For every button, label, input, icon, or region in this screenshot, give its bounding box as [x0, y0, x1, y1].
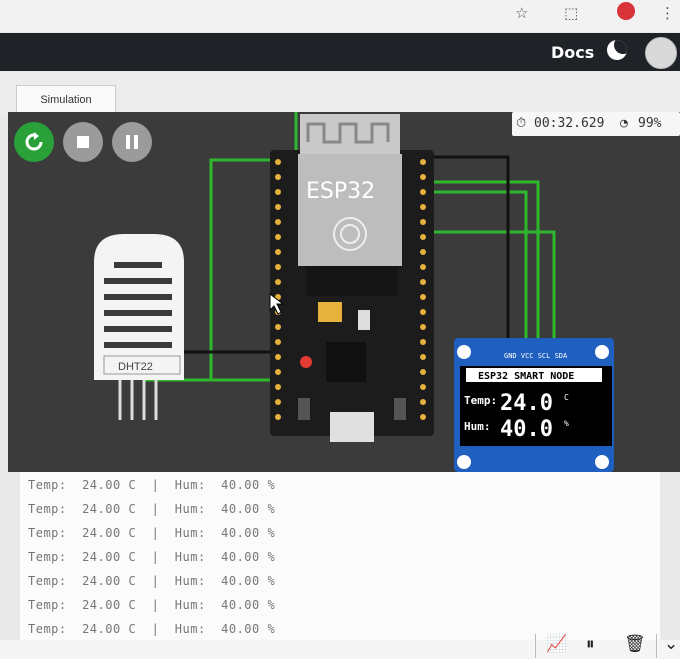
- serial-toolbar: 📈 ⏸ 🗑 ⌄: [0, 634, 680, 659]
- simulation-canvas[interactable]: ⏱ 00:32.629 ◔ 99% DHT22 ESP32 GND VCC SC…: [8, 112, 680, 472]
- divider: [535, 634, 536, 658]
- oled-display[interactable]: GND VCC SCL SDA ESP32 SMART NODE Temp: 2…: [454, 338, 614, 472]
- serial-line: Temp: 24.00 C | Hum: 40.00 %: [28, 526, 276, 540]
- more-vert-icon[interactable]: ⋮: [660, 4, 675, 22]
- serial-line: Temp: 24.00 C | Hum: 40.00 %: [28, 622, 276, 636]
- chevron-down-icon[interactable]: ⌄: [664, 634, 678, 654]
- serial-line: Temp: 24.00 C | Hum: 40.00 %: [28, 574, 276, 588]
- usb-chip: [326, 342, 366, 382]
- divider: [656, 634, 657, 658]
- wire-oled-scl: [418, 180, 540, 352]
- chart-icon[interactable]: 📈: [546, 634, 567, 654]
- dht22-label: DHT22: [118, 361, 153, 373]
- wire-oled-sda: [418, 230, 556, 352]
- power-led: [300, 356, 312, 368]
- oled-pin-labels: GND VCC SCL SDA: [504, 352, 568, 360]
- dht22-pins: [118, 380, 158, 420]
- serial-line: Temp: 24.00 C | Hum: 40.00 %: [28, 598, 276, 612]
- browser-toolbar: ☆ ⬚ ⋮: [0, 0, 680, 32]
- extensions-icon[interactable]: ⬚: [564, 4, 578, 22]
- profile-icon[interactable]: [617, 2, 635, 20]
- usb-port: [330, 412, 374, 442]
- oled-hum-value: 40.0: [500, 417, 553, 442]
- boot-button[interactable]: [298, 398, 310, 420]
- en-button[interactable]: [394, 398, 406, 420]
- clear-icon[interactable]: 🗑: [624, 634, 646, 654]
- star-icon[interactable]: ☆: [515, 4, 528, 22]
- oled-temp-value: 24.0: [500, 391, 553, 416]
- circuit-diagram: DHT22 ESP32 GND VCC SCL SDA ESP32 SMART …: [94, 112, 614, 472]
- esp32-antenna: [300, 114, 400, 154]
- user-avatar[interactable]: [645, 37, 677, 69]
- wire-left-rail: [209, 158, 276, 380]
- esp32-label: ESP32: [306, 179, 375, 204]
- serial-line: Temp: 24.00 C | Hum: 40.00 %: [28, 550, 276, 564]
- serial-line: Temp: 24.00 C | Hum: 40.00 %: [28, 478, 276, 492]
- esp32-board[interactable]: ESP32: [270, 114, 434, 442]
- oled-hum-unit: %: [564, 419, 569, 428]
- pause-serial-icon[interactable]: ⏸: [586, 634, 595, 654]
- app-header: Docs: [0, 33, 680, 71]
- serial-line: Temp: 24.00 C | Hum: 40.00 %: [28, 502, 276, 516]
- oled-temp-label: Temp:: [464, 394, 497, 407]
- wire-oled-vcc: [418, 190, 528, 352]
- serial-monitor: Temp: 24.00 C | Hum: 40.00 % Temp: 24.00…: [20, 472, 660, 642]
- dark-mode-icon[interactable]: [607, 40, 627, 60]
- oled-title: ESP32 SMART NODE: [478, 371, 574, 382]
- tab-simulation[interactable]: Simulation: [16, 85, 116, 114]
- oled-hum-label: Hum:: [464, 420, 491, 433]
- dht22-sensor[interactable]: DHT22: [94, 234, 184, 420]
- oled-temp-unit: C: [564, 393, 569, 402]
- docs-link[interactable]: Docs: [551, 43, 594, 62]
- tab-strip: Simulation: [0, 71, 680, 115]
